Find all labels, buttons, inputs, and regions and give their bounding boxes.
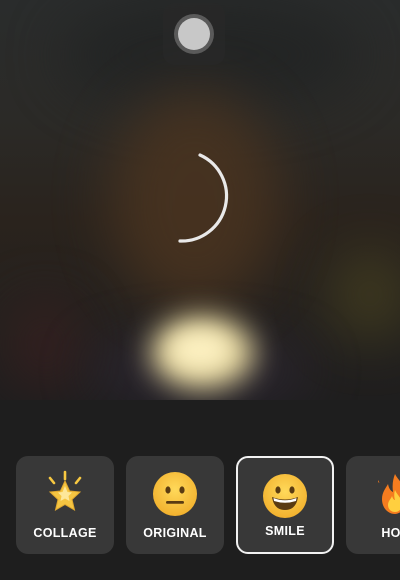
neutral-face-icon <box>151 470 199 518</box>
filter-collage[interactable]: COLLAGE <box>16 456 114 554</box>
filter-label: HOT <box>381 526 400 540</box>
filter-smile[interactable]: SMILE <box>236 456 334 554</box>
shutter-inner <box>178 18 210 50</box>
preview-blur-region <box>330 250 400 340</box>
fire-icon <box>371 470 400 518</box>
filter-original[interactable]: ORIGINAL <box>126 456 224 554</box>
filter-strip: COLLAGE ORIGINAL SMILE HO <box>0 400 400 580</box>
filter-label: SMILE <box>265 524 305 538</box>
preview-light-spot <box>170 330 230 370</box>
filter-label: COLLAGE <box>33 526 97 540</box>
capture-button[interactable] <box>163 3 225 65</box>
filter-list: COLLAGE ORIGINAL SMILE HO <box>16 456 400 554</box>
camera-screen: COLLAGE ORIGINAL SMILE HO <box>0 0 400 580</box>
spinner-icon <box>178 153 229 243</box>
filter-label: ORIGINAL <box>143 526 207 540</box>
preview-blur-region <box>10 300 80 390</box>
grinning-face-icon <box>261 472 309 520</box>
glowing-star-icon <box>41 470 89 518</box>
filter-hot[interactable]: HOT <box>346 456 400 554</box>
shutter-icon <box>174 14 214 54</box>
